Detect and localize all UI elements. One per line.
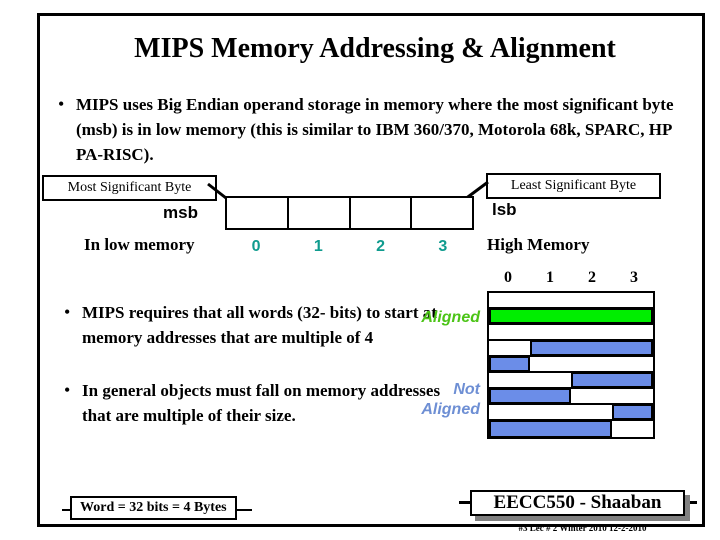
label-msb: msb bbox=[163, 203, 198, 222]
byte-cell-0 bbox=[227, 198, 289, 228]
byte-number-3: 3 bbox=[438, 238, 448, 255]
alignment-row-3 bbox=[489, 340, 653, 357]
bullet-item-endianness: • MIPS uses Big Endian operand storage i… bbox=[58, 92, 688, 167]
alignment-row-0 bbox=[489, 293, 653, 309]
alignment-block-unaligned-7 bbox=[612, 404, 653, 420]
callout-most-significant-byte: Most Significant Byte bbox=[42, 175, 217, 201]
bullet-marker-icon: • bbox=[64, 302, 71, 322]
alignment-row-5 bbox=[489, 372, 653, 389]
footer-course-box: EECC550 - Shaaban bbox=[470, 490, 685, 516]
alignment-block-unaligned-3 bbox=[530, 340, 653, 356]
alignment-column-0: 0 bbox=[504, 269, 512, 286]
alignment-block-aligned-1 bbox=[489, 308, 653, 324]
label-high-memory: High Memory bbox=[487, 235, 590, 254]
label-aligned: Aligned bbox=[421, 309, 480, 326]
byte-number-2: 2 bbox=[376, 238, 386, 255]
byte-cell-3 bbox=[412, 198, 472, 228]
endian-byte-row bbox=[225, 196, 474, 230]
alignment-row-8 bbox=[489, 420, 653, 437]
slide-canvas: MIPS Memory Addressing & Alignment • MIP… bbox=[0, 0, 720, 540]
alignment-column-1: 1 bbox=[546, 269, 554, 286]
footer-lecture-info: #3 Lec # 2 Winter 2010 12-2-2010 bbox=[518, 523, 647, 533]
alignment-block-unaligned-8 bbox=[489, 420, 612, 437]
bullet-marker-icon: • bbox=[64, 380, 71, 400]
label-in-low-memory: In low memory bbox=[84, 235, 195, 254]
alignment-block-unaligned-5 bbox=[571, 372, 653, 388]
byte-number-0: 0 bbox=[251, 238, 261, 255]
alignment-block-unaligned-4 bbox=[489, 356, 530, 372]
word-definition-box: Word = 32 bits = 4 Bytes bbox=[70, 496, 237, 520]
alignment-row-2 bbox=[489, 325, 653, 341]
alignment-row-4 bbox=[489, 356, 653, 373]
endian-byte-number-labels: 0 1 2 3 bbox=[225, 238, 474, 256]
alignment-row-7 bbox=[489, 404, 653, 421]
alignment-row-6 bbox=[489, 388, 653, 405]
callout-least-significant-byte: Least Significant Byte bbox=[486, 173, 661, 199]
bullet-marker-icon: • bbox=[58, 94, 65, 114]
alignment-column-3: 3 bbox=[630, 269, 638, 286]
byte-cell-1 bbox=[289, 198, 351, 228]
alignment-column-labels: 0 1 2 3 bbox=[487, 269, 655, 287]
byte-number-1: 1 bbox=[313, 238, 323, 255]
alignment-block-unaligned-6 bbox=[489, 388, 571, 404]
label-not-aligned: Not Aligned bbox=[421, 381, 480, 418]
alignment-grid bbox=[487, 291, 655, 439]
bullet-text-endianness: MIPS uses Big Endian operand storage in … bbox=[76, 95, 674, 164]
alignment-column-2: 2 bbox=[588, 269, 596, 286]
label-lsb: lsb bbox=[492, 200, 517, 219]
alignment-row-1 bbox=[489, 308, 653, 325]
byte-cell-2 bbox=[351, 198, 413, 228]
page-title: MIPS Memory Addressing & Alignment bbox=[134, 33, 616, 64]
